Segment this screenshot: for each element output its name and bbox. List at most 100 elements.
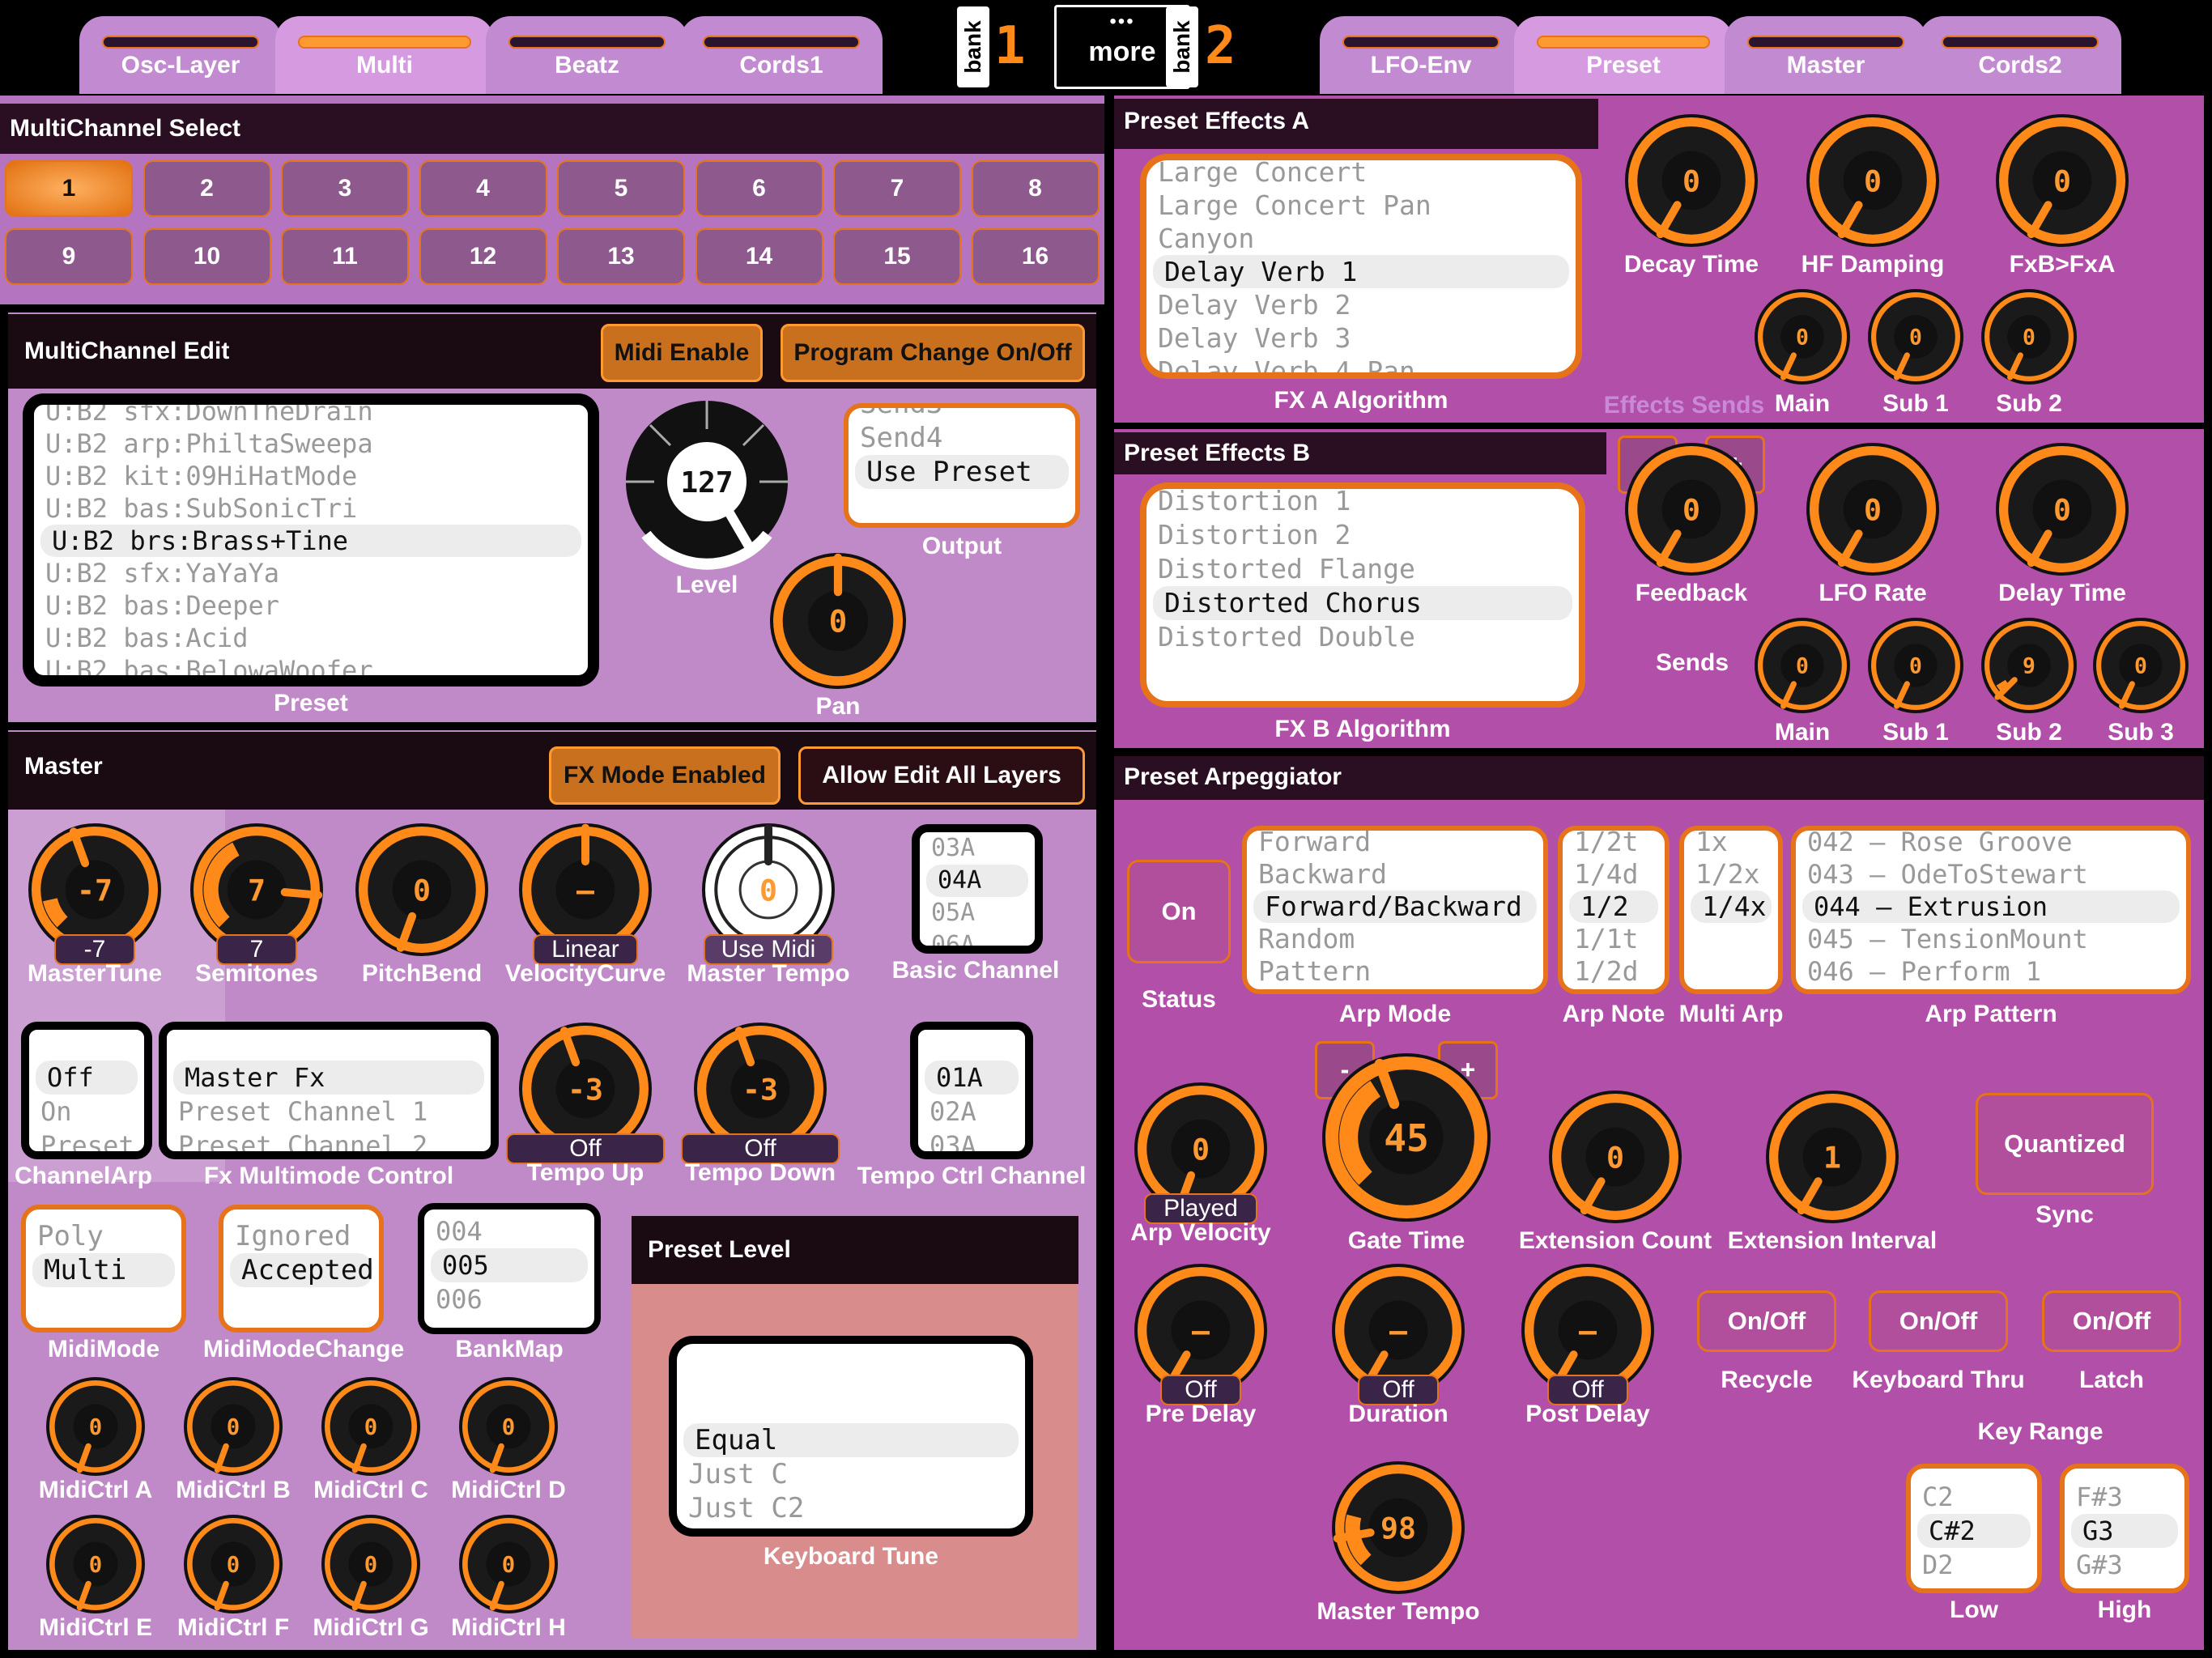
decay-time-knob[interactable]: 0 (1624, 113, 1759, 248)
list-item[interactable]: Just C Min (677, 1525, 1025, 1528)
list-item[interactable]: Distorted Double (1146, 620, 1579, 654)
list-item[interactable]: Delay Verb 2 (1146, 288, 1576, 321)
channel-button-10[interactable]: 10 (143, 228, 271, 285)
bank2-indicator[interactable]: bank 2 (1166, 6, 1247, 87)
list-item[interactable]: Delay Verb 1 (1153, 255, 1569, 288)
list-item[interactable]: Accepted (230, 1253, 374, 1287)
list-item[interactable]: Backward (1247, 858, 1543, 891)
list-item[interactable]: Random (1247, 923, 1543, 955)
fxa-send-main-knob[interactable]: 0 (1754, 288, 1851, 385)
arp-mode-list[interactable]: Forward Backward Forward/Backward Random Pat… (1242, 826, 1548, 994)
list-item[interactable]: Large Concert Pan (1146, 189, 1576, 222)
list-item[interactable]: Just C (677, 1457, 1025, 1491)
list-item[interactable]: 1/2d (1563, 955, 1665, 988)
list-item[interactable]: Delay Verb 4 Pan (1146, 355, 1576, 372)
arp-master-tempo-knob[interactable]: 98 (1331, 1460, 1465, 1595)
list-item[interactable]: C2 (1911, 1480, 2037, 1514)
list-item[interactable]: U:B2 bas:Deeper (34, 589, 588, 622)
extension-interval-knob[interactable]: 1 (1765, 1090, 1899, 1224)
multimode-list[interactable]: Master Fx Preset Channel 1 Preset Channel … (159, 1022, 499, 1159)
list-item[interactable]: 045 — TensionMount (1796, 923, 2186, 955)
tab-cords1[interactable]: Cords1 (680, 16, 883, 94)
fxb-send-main-knob[interactable]: 0 (1754, 617, 1851, 714)
list-item[interactable]: Use Preset (855, 455, 1069, 489)
list-item[interactable]: U:B2 kit:09HiHatMode (34, 460, 588, 492)
list-item[interactable]: 1/1t (1563, 923, 1665, 955)
recycle-button[interactable]: On/Off (1697, 1290, 1836, 1352)
midictrl-c-knob[interactable]: 0 (321, 1376, 421, 1477)
list-item[interactable]: 006 (424, 1282, 594, 1316)
list-item[interactable]: Just C2 (677, 1491, 1025, 1525)
list-item[interactable]: Off (36, 1061, 138, 1095)
list-item[interactable]: 1x (1684, 831, 1778, 858)
channel-button-5[interactable]: 5 (557, 160, 685, 217)
list-item[interactable]: 005 (431, 1248, 588, 1282)
list-item[interactable]: U:B2 sfx:YaYaYa (34, 557, 588, 589)
list-item[interactable]: Distortion 2 (1146, 518, 1579, 552)
list-item[interactable]: 1/4d (1563, 858, 1665, 891)
midimodechange-list[interactable]: Ignored Accepted (219, 1205, 384, 1333)
list-item[interactable]: Preset (29, 1129, 144, 1151)
channel-button-2[interactable]: 2 (143, 160, 271, 217)
list-item[interactable]: 04A (926, 865, 1028, 897)
list-item[interactable]: Send3 (849, 408, 1075, 421)
list-item[interactable]: 02A (918, 1095, 1025, 1129)
list-item[interactable]: 03A (920, 832, 1035, 865)
list-item[interactable]: Pattern (1247, 955, 1543, 988)
list-item[interactable]: 06A (920, 929, 1035, 946)
list-item[interactable]: Send4 (849, 421, 1075, 455)
list-item[interactable]: Preset Channel 1 (167, 1095, 491, 1129)
list-item[interactable]: Distortion 1 (1146, 489, 1579, 518)
list-item[interactable]: U:B2 bas:Acid (34, 622, 588, 654)
channel-button-13[interactable]: 13 (557, 228, 685, 285)
channel-button-15[interactable]: 15 (833, 228, 961, 285)
tab-lfo-env[interactable]: LFO-Env (1320, 16, 1522, 94)
tab-preset[interactable]: Preset (1514, 16, 1733, 94)
channel-button-14[interactable]: 14 (695, 228, 823, 285)
fxa-send-sub1-knob[interactable]: 0 (1867, 288, 1964, 385)
channel-button-7[interactable]: 7 (833, 160, 961, 217)
list-item[interactable]: U:B2 sfx:DownTheDrain (34, 405, 588, 427)
list-item[interactable]: U:B2 bas:SubSonicTri (34, 492, 588, 525)
list-item[interactable]: 004 (424, 1214, 594, 1248)
channel-button-3[interactable]: 3 (281, 160, 409, 217)
list-item[interactable]: 042 — Rose Groove (1796, 831, 2186, 858)
list-item[interactable]: Master Fx (173, 1061, 484, 1095)
list-item[interactable]: 1/2t (1563, 831, 1665, 858)
pitchbend-knob[interactable]: 0 (355, 823, 489, 957)
list-item[interactable]: U:B2 brs:Brass+Tine (40, 525, 581, 557)
list-item[interactable]: 044 — Extrusion (1802, 891, 2180, 923)
list-item[interactable]: 1/2x (1684, 858, 1778, 891)
list-item[interactable]: Delay Verb 3 (1146, 321, 1576, 355)
key-range-low-list[interactable]: C2C#2D2D#2 (1906, 1464, 2042, 1593)
list-item[interactable]: 01A (925, 1061, 1019, 1095)
channel-button-8[interactable]: 8 (971, 160, 1100, 217)
level-knob[interactable]: 127 (622, 397, 792, 570)
fxb-send-sub2-knob[interactable]: 9 (1980, 617, 2078, 714)
tab-master[interactable]: Master (1725, 16, 1927, 94)
midictrl-e-knob[interactable]: 0 (45, 1514, 146, 1614)
arp-note-list[interactable]: 1/2t 1/4d 1/2 1/1t 1/2d (1558, 826, 1670, 994)
list-item[interactable]: Multi (32, 1253, 175, 1287)
basic-channel-list[interactable]: 03A 04A 05A 06A (912, 824, 1043, 954)
key-range-high-list[interactable]: F#3 G3 G#3 (2060, 1464, 2189, 1593)
midictrl-h-knob[interactable]: 0 (458, 1514, 559, 1614)
bankmap-list[interactable]: 004 005 006 (418, 1203, 601, 1334)
arp-status-button[interactable]: On (1127, 860, 1231, 963)
list-item[interactable]: 046 — Perform 1 (1796, 955, 2186, 988)
midi-enable-button[interactable]: Midi Enable (601, 324, 763, 382)
allow-edit-button[interactable]: Allow Edit All Layers (798, 746, 1085, 805)
list-item[interactable]: Distorted Flange (1146, 552, 1579, 586)
fxb-send-sub3-knob[interactable]: 0 (2092, 617, 2189, 714)
list-item[interactable]: 043 — OdeToStewart (1796, 858, 2186, 891)
midictrl-g-knob[interactable]: 0 (321, 1514, 421, 1614)
fx-b-algorithm-list[interactable]: Distortion 1 Distortion 2 Distorted Flange… (1140, 483, 1585, 708)
list-item[interactable]: F#3 (2065, 1480, 2184, 1514)
list-item[interactable]: G3 (2071, 1514, 2178, 1548)
midictrl-a-knob[interactable]: 0 (45, 1376, 146, 1477)
multi-arp-list[interactable]: 1x 1/2x 1/4x (1679, 826, 1783, 994)
program-change-button[interactable]: Program Change On/Off (781, 324, 1085, 382)
fx-a-algorithm-list[interactable]: Large Concert Large Concert Pan Canyon Dela… (1140, 154, 1582, 379)
midictrl-b-knob[interactable]: 0 (183, 1376, 283, 1477)
list-item[interactable]: 03A (918, 1129, 1025, 1151)
